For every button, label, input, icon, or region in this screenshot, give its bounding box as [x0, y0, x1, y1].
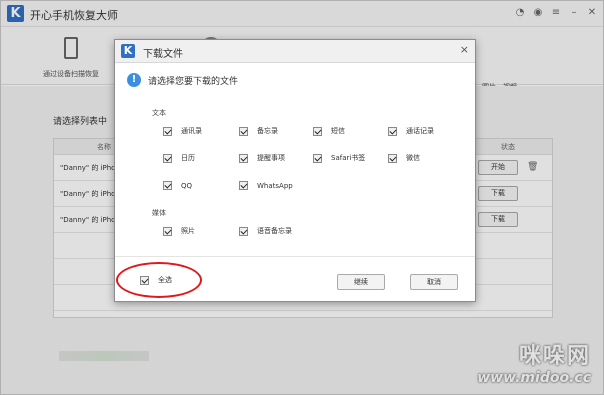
- option-safari-bookmarks[interactable]: Safari书签: [313, 153, 365, 163]
- continue-button[interactable]: 继续: [337, 274, 385, 290]
- option-voice-memos[interactable]: 语音备忘录: [239, 226, 292, 236]
- checkbox[interactable]: [163, 126, 172, 136]
- text-section-label: 文本: [152, 109, 166, 117]
- checkbox[interactable]: [239, 226, 248, 236]
- option-contacts[interactable]: 通讯录: [163, 126, 202, 136]
- checkbox[interactable]: [163, 181, 172, 190]
- checkbox[interactable]: [313, 153, 322, 163]
- checkbox[interactable]: [163, 153, 172, 163]
- checkbox[interactable]: [163, 226, 172, 236]
- option-notes[interactable]: 备忘录: [239, 126, 278, 136]
- media-section-label: 媒体: [152, 209, 166, 217]
- dialog-title: 下载文件: [143, 49, 183, 60]
- option-calendar[interactable]: 日历: [163, 153, 195, 163]
- highlight-annotation: [116, 262, 202, 298]
- checkbox[interactable]: [239, 153, 248, 163]
- dialog-title-bar: K 下载文件 ×: [115, 40, 475, 63]
- checkbox[interactable]: [239, 181, 248, 190]
- dialog-close-icon[interactable]: ×: [460, 43, 469, 56]
- checkbox[interactable]: [388, 153, 397, 163]
- info-icon: !: [127, 73, 141, 87]
- cancel-button[interactable]: 取消: [410, 274, 458, 290]
- dialog-separator: [115, 256, 475, 257]
- option-wechat[interactable]: 微信: [388, 153, 420, 163]
- option-call-log[interactable]: 通话记录: [388, 126, 434, 136]
- prompt-text: 请选择您要下载的文件: [148, 77, 239, 87]
- option-sms[interactable]: 短信: [313, 126, 345, 136]
- option-reminders[interactable]: 提醒事项: [239, 153, 285, 163]
- option-whatsapp[interactable]: WhatsApp: [239, 181, 293, 190]
- option-qq[interactable]: QQ: [163, 181, 192, 190]
- dialog-logo: K: [121, 44, 135, 58]
- checkbox[interactable]: [313, 126, 322, 136]
- checkbox[interactable]: [388, 126, 397, 136]
- option-photos[interactable]: 照片: [163, 226, 195, 236]
- checkbox[interactable]: [239, 126, 248, 136]
